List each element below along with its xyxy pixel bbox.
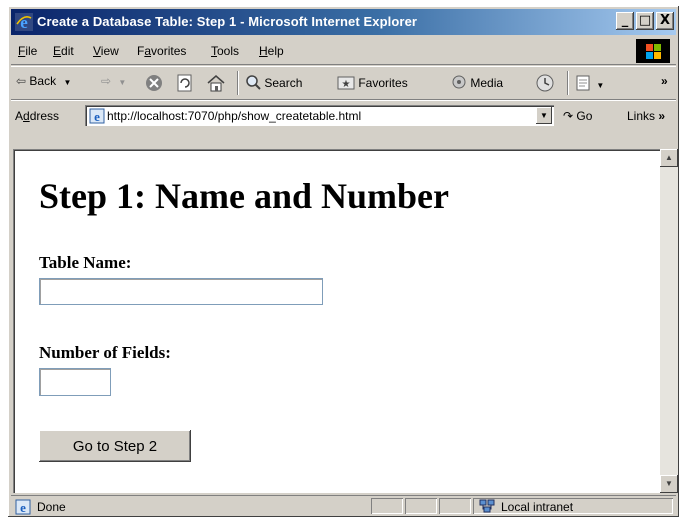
- svg-text:★: ★: [342, 79, 351, 90]
- svg-text:e: e: [20, 500, 26, 515]
- svg-text:e: e: [20, 13, 28, 31]
- go-arrow-icon: ↷: [563, 109, 574, 123]
- status-panel: [371, 498, 403, 514]
- address-dropdown-icon[interactable]: ▼: [536, 107, 552, 124]
- browser-window: e Create a Database Table: Step 1 - Micr…: [8, 6, 679, 517]
- forward-arrow-icon: ⇨: [101, 74, 112, 88]
- number-of-fields-label: Number of Fields:: [39, 343, 171, 362]
- refresh-button[interactable]: [176, 74, 194, 92]
- back-button[interactable]: ⇦ Back ▼: [16, 74, 71, 88]
- favorites-button[interactable]: ★ Favorites: [337, 74, 408, 90]
- vertical-scrollbar[interactable]: ▲ ▼: [660, 149, 678, 493]
- address-field[interactable]: e http://localhost:7070/php/show_createt…: [85, 105, 554, 126]
- menu-bar: File Edit View Favorites Tools Help: [11, 38, 676, 65]
- menu-tools[interactable]: Tools: [211, 44, 239, 58]
- page-heading: Step 1: Name and Number: [39, 176, 449, 216]
- media-button[interactable]: Media: [451, 74, 503, 90]
- toolbar-overflow-chevron-icon[interactable]: »: [661, 74, 668, 88]
- local-intranet-icon: [479, 499, 495, 513]
- history-icon: [536, 74, 554, 92]
- home-icon: [207, 75, 225, 92]
- table-name-input[interactable]: [39, 278, 323, 305]
- refresh-icon: [177, 74, 192, 92]
- status-panel: [405, 498, 437, 514]
- page-icon: e: [89, 108, 105, 124]
- page-done-icon: e: [15, 499, 31, 515]
- svg-text:e: e: [94, 109, 100, 124]
- status-text: Done: [37, 500, 66, 514]
- scroll-down-arrow-icon[interactable]: ▼: [660, 475, 678, 493]
- zone-panel: Local intranet: [473, 498, 673, 514]
- history-button[interactable]: [535, 74, 555, 92]
- chevron-down-icon[interactable]: ▼: [63, 78, 71, 87]
- scroll-up-arrow-icon[interactable]: ▲: [660, 149, 678, 167]
- chevron-down-icon[interactable]: ▼: [596, 81, 604, 90]
- menu-favorites[interactable]: Favorites: [137, 44, 186, 58]
- toolbar-separator: [237, 71, 238, 95]
- table-name-label: Table Name:: [39, 253, 132, 272]
- page-content: Step 1: Name and Number Table Name: Numb…: [13, 149, 660, 493]
- forward-button[interactable]: ⇨ ▼: [101, 74, 126, 88]
- status-bar: e Done Local intranet: [11, 495, 676, 516]
- standard-toolbar: ⇦ Back ▼ ⇨ ▼ Search ★ Favorites Media ▼ …: [11, 66, 676, 100]
- address-label: Address: [15, 109, 60, 123]
- window-title: Create a Database Table: Step 1 - Micros…: [37, 14, 418, 29]
- mail-icon: [576, 75, 590, 91]
- mail-button[interactable]: ▼: [575, 74, 604, 92]
- zone-text: Local intranet: [501, 500, 574, 514]
- stop-button[interactable]: [145, 74, 163, 92]
- address-bar: Address e http://localhost:7070/php/show…: [11, 100, 676, 131]
- chevron-right-icon: »: [658, 109, 666, 123]
- windows-logo-icon: [636, 39, 670, 63]
- go-button[interactable]: ↷ Go: [563, 109, 592, 123]
- menu-help[interactable]: Help: [259, 44, 284, 58]
- maximize-button[interactable]: □: [636, 12, 654, 30]
- address-url[interactable]: http://localhost:7070/php/show_createtab…: [107, 109, 361, 123]
- toolbar-separator: [567, 71, 568, 95]
- favorites-folder-icon: ★: [337, 76, 355, 90]
- number-of-fields-input[interactable]: [39, 368, 111, 396]
- media-icon: [452, 75, 466, 89]
- internet-explorer-icon: e: [15, 13, 33, 31]
- title-bar[interactable]: e Create a Database Table: Step 1 - Micr…: [11, 9, 676, 35]
- menu-edit[interactable]: Edit: [53, 44, 74, 58]
- status-panel: [439, 498, 471, 514]
- search-icon: [246, 75, 261, 90]
- go-to-step-2-button[interactable]: Go to Step 2: [39, 430, 191, 462]
- minimize-button[interactable]: _: [616, 12, 634, 30]
- back-arrow-icon: ⇦: [16, 74, 27, 88]
- home-button[interactable]: [207, 74, 225, 92]
- chevron-down-icon[interactable]: ▼: [118, 78, 126, 87]
- menu-view[interactable]: View: [93, 44, 119, 58]
- menu-file[interactable]: File: [18, 44, 37, 58]
- close-button[interactable]: X: [656, 12, 674, 30]
- stop-icon: [146, 75, 162, 91]
- search-button[interactable]: Search: [245, 74, 302, 90]
- links-button[interactable]: Links »: [627, 109, 665, 123]
